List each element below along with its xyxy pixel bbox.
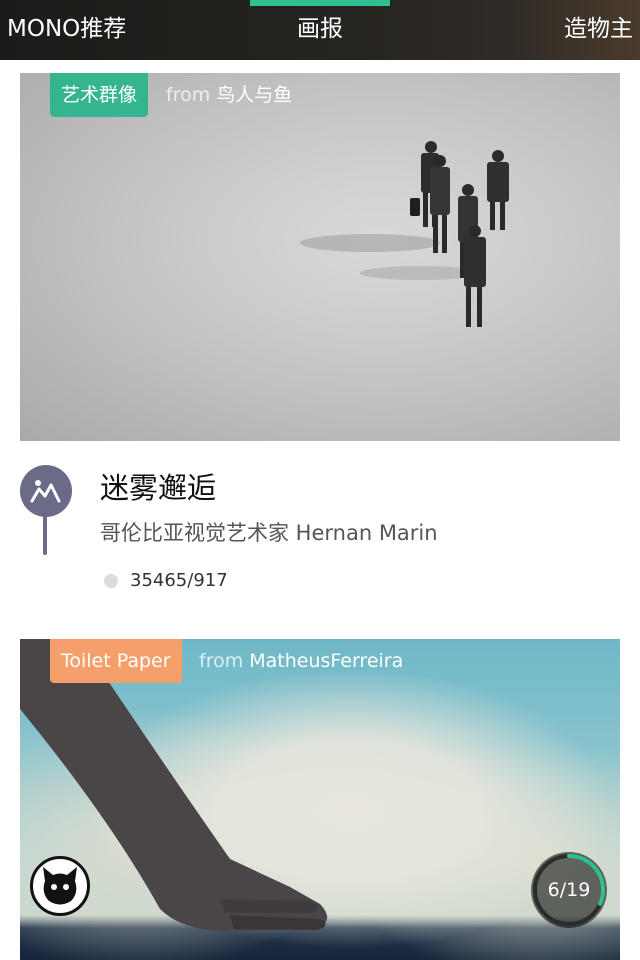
- tab-mono-recommend[interactable]: MONO推荐: [7, 0, 126, 60]
- from-label: from: [199, 650, 244, 672]
- pin-stem: [43, 515, 47, 555]
- from-author[interactable]: 鸟人与鱼: [216, 84, 292, 106]
- mountain-logo-icon[interactable]: [20, 465, 72, 517]
- card-subtitle: 哥伦比亚视觉艺术家 Hernan Marin: [100, 521, 438, 545]
- tab-creator[interactable]: 造物主: [564, 0, 633, 60]
- card-image-misty-encounter[interactable]: 艺术群像 from 鸟人与鱼: [20, 73, 620, 441]
- page-counter: 6/19: [547, 879, 591, 901]
- top-nav: MONO推荐 画报 造物主: [0, 0, 640, 60]
- card-title[interactable]: 迷雾邂逅: [100, 465, 216, 507]
- from-line[interactable]: from 鸟人与鱼: [166, 73, 292, 117]
- mono-cat-avatar-icon[interactable]: [30, 856, 90, 916]
- category-tag[interactable]: 艺术群像: [50, 73, 149, 117]
- from-line[interactable]: from MatheusFerreira: [199, 639, 403, 683]
- stats-dot-icon: [104, 574, 118, 588]
- misty-people-illustration: [300, 141, 509, 327]
- stats-count: 35465/917: [130, 570, 228, 591]
- from-label: from: [166, 84, 211, 106]
- card-info: 迷雾邂逅 哥伦比亚视觉艺术家 Hernan Marin 35465/917: [0, 441, 640, 626]
- category-tag[interactable]: Toilet Paper: [50, 639, 182, 683]
- tab-huabao[interactable]: 画报: [250, 0, 390, 60]
- from-author[interactable]: MatheusFerreira: [249, 650, 403, 672]
